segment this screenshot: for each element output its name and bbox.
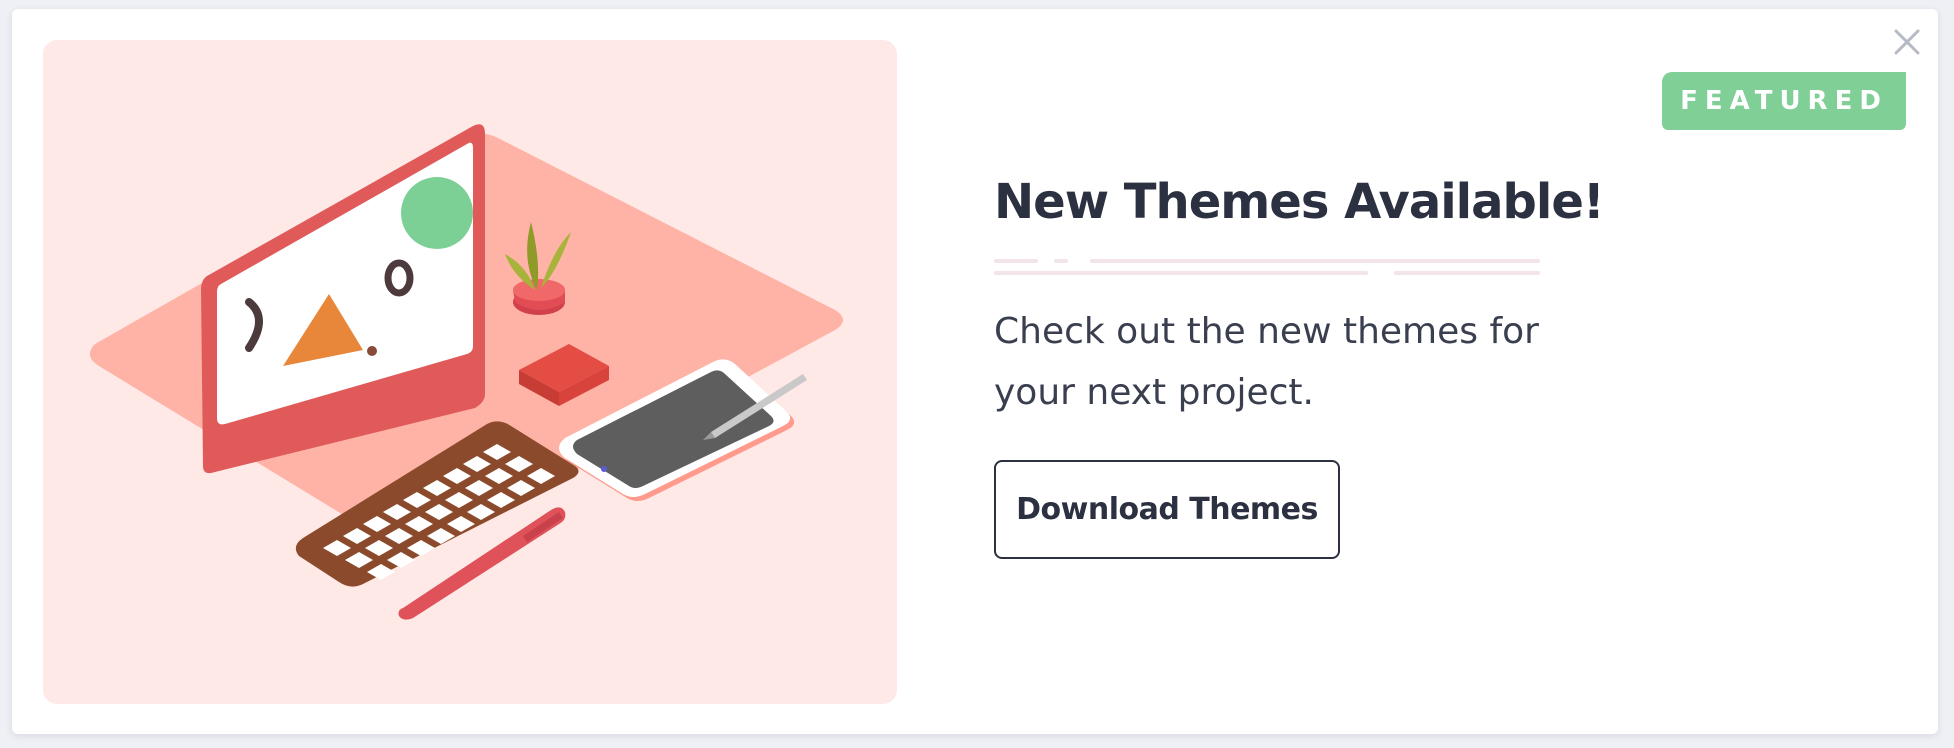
desk-illustration — [43, 40, 897, 704]
theme-promo-modal: FEATURED New Themes Available! Check out… — [12, 9, 1938, 734]
circle-shape — [401, 177, 473, 249]
featured-badge: FEATURED — [1662, 72, 1906, 130]
modal-description: Check out the new themes for your next p… — [994, 311, 1539, 413]
modal-title: New Themes Available! — [994, 174, 1605, 230]
download-themes-button[interactable]: Download Themes — [994, 460, 1340, 559]
close-icon — [1894, 29, 1920, 55]
promo-content: New Themes Available! Check out the new … — [994, 169, 1694, 559]
close-button[interactable] — [1890, 25, 1924, 59]
workspace-illustration-svg — [89, 124, 843, 620]
decorative-divider — [994, 259, 1540, 283]
